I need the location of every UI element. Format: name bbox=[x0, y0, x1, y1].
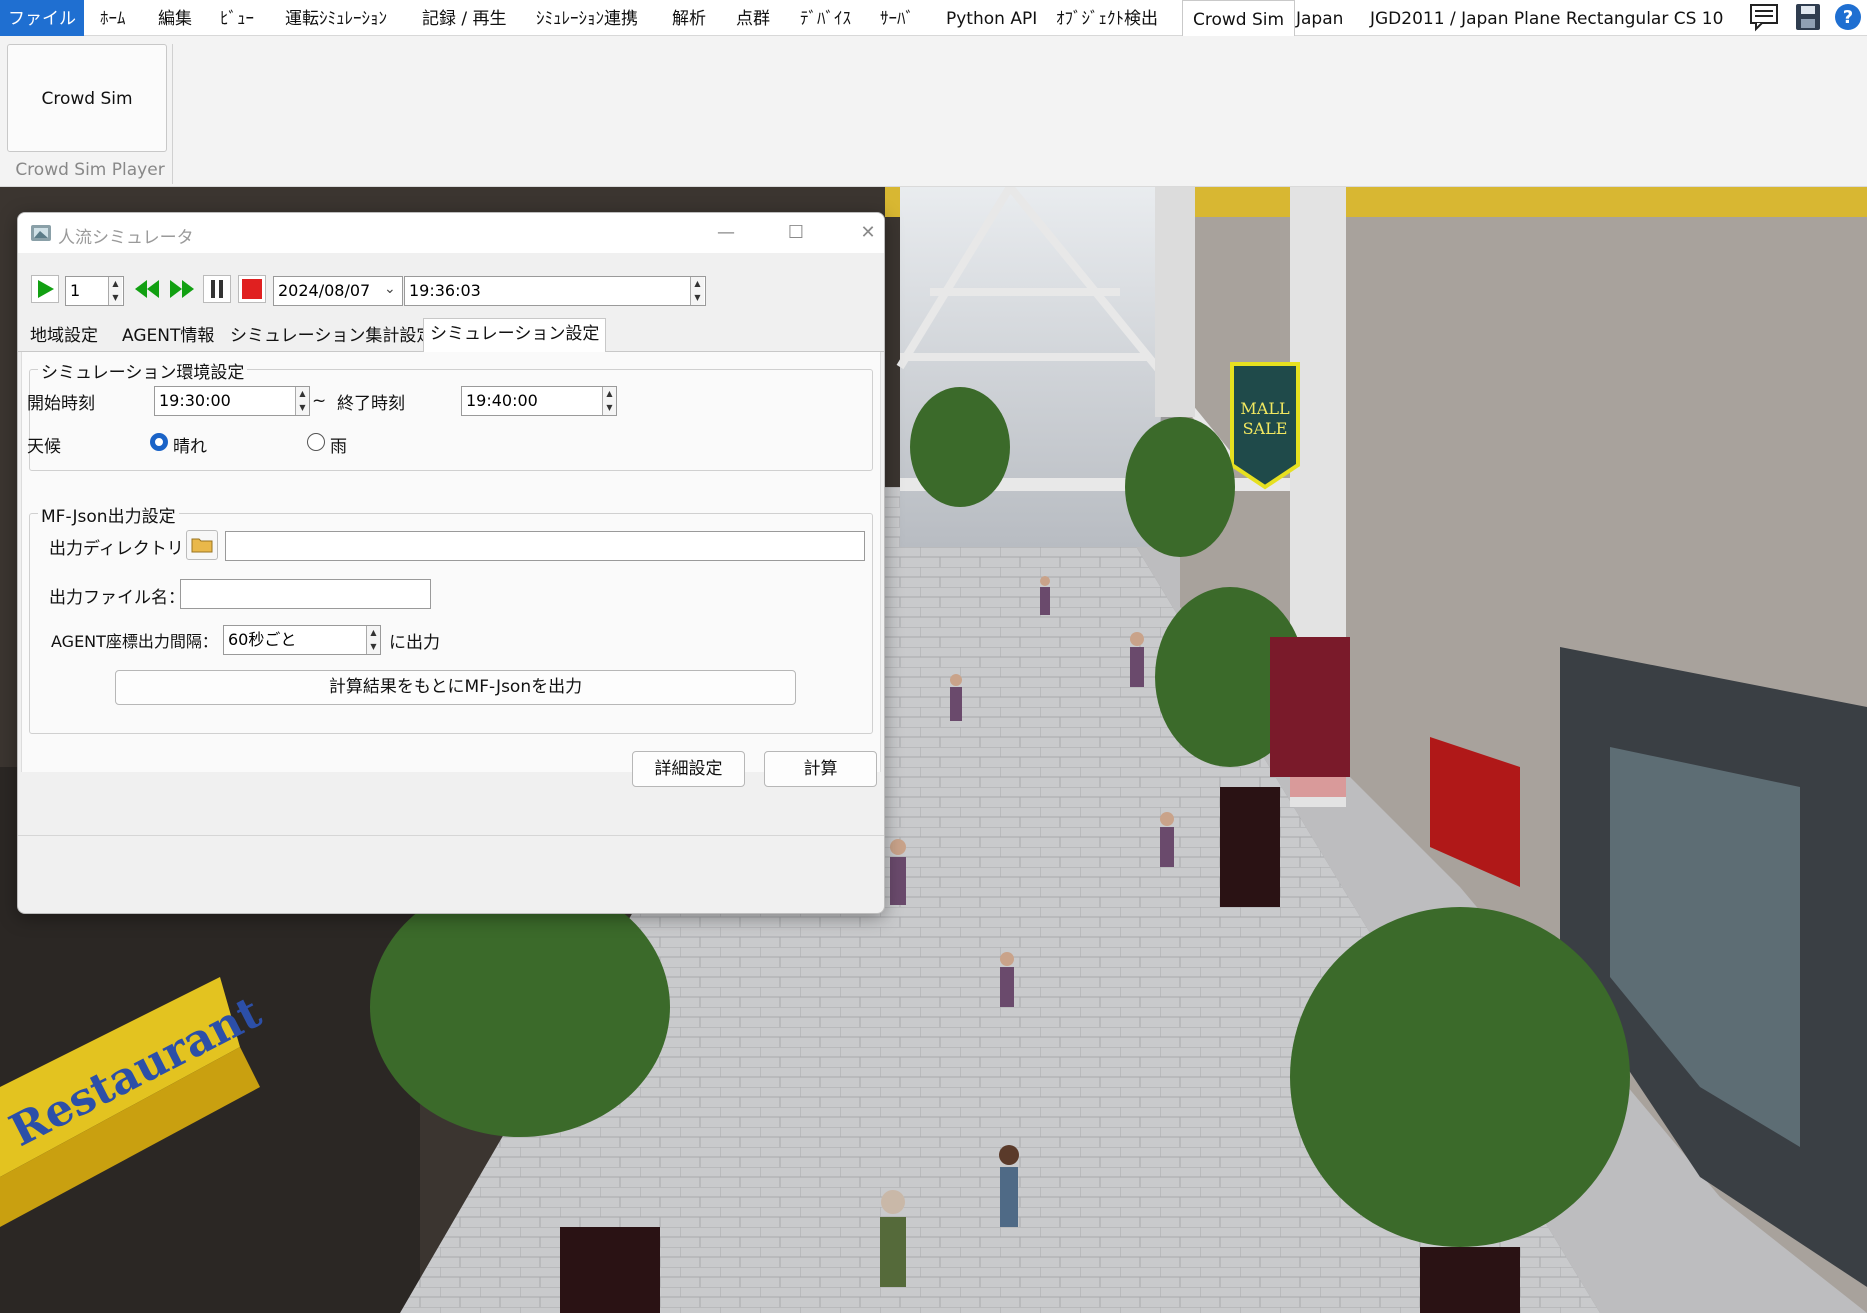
weather-rain-radio[interactable] bbox=[307, 433, 325, 451]
end-time-spinner-icon[interactable]: ▲ ▼ bbox=[602, 387, 616, 415]
crowd-simulator-dialog: 人流シミュレータ — ☐ ✕ 1 ▲ ▼ 2024/08/07 ⌄ 19:36:0… bbox=[17, 212, 885, 914]
simulation-settings-panel: シミュレーション環境設定 開始時刻 19:30:00 ▲ ▼ ~ 終了時刻 19:… bbox=[21, 352, 881, 787]
maximize-button[interactable]: ☐ bbox=[776, 219, 816, 247]
status-divider bbox=[18, 835, 884, 836]
tab-bar: 地域設定 AGENT情報 シミュレーション集計設定 シミュレーション設定 bbox=[18, 318, 884, 353]
menu-drive-simulation[interactable]: 運転ｼﾐｭﾚｰｼｮﾝ bbox=[285, 0, 387, 36]
output-file-input[interactable] bbox=[180, 579, 431, 609]
tab-agent-info[interactable]: AGENT情報 bbox=[116, 321, 220, 352]
env-settings-group: シミュレーション環境設定 開始時刻 19:30:00 ▲ ▼ ~ 終了時刻 19:… bbox=[27, 358, 873, 471]
comment-icon[interactable] bbox=[1748, 2, 1780, 32]
speed-spinner-icon[interactable]: ▲ ▼ bbox=[108, 277, 122, 305]
menu-file[interactable]: ファイル bbox=[0, 0, 84, 36]
start-time-input[interactable]: 19:30:00 bbox=[154, 386, 310, 416]
output-dir-input[interactable] bbox=[225, 531, 865, 561]
dialog-title: 人流シミュレータ bbox=[58, 228, 194, 248]
interval-spinner-icon[interactable]: ▲ ▼ bbox=[366, 626, 380, 654]
menu-bar: ファイル ﾎｰﾑ 編集 ﾋﾞｭｰ 運転ｼﾐｭﾚｰｼｮﾝ 記録 / 再生 ｼﾐｭﾚ… bbox=[0, 0, 1867, 37]
tab-aggregation-settings[interactable]: シミュレーション集計設定 bbox=[224, 321, 439, 352]
crowd-sim-player-button[interactable]: Crowd Sim Player... bbox=[7, 44, 167, 217]
interval-suffix-label: に出力 bbox=[389, 633, 440, 653]
play-button[interactable] bbox=[31, 275, 59, 305]
close-button[interactable]: ✕ bbox=[848, 219, 884, 247]
menu-edit[interactable]: 編集 bbox=[158, 0, 192, 36]
advanced-settings-button[interactable]: 詳細設定 bbox=[632, 751, 745, 787]
chevron-down-icon[interactable]: ⌄ bbox=[384, 281, 396, 297]
region-label[interactable]: Japan bbox=[1296, 0, 1343, 36]
weather-sunny-label[interactable]: 晴れ bbox=[173, 432, 207, 457]
weather-label: 天候 bbox=[27, 437, 61, 457]
menu-home[interactable]: ﾎｰﾑ bbox=[100, 0, 126, 36]
menu-point-cloud[interactable]: 点群 bbox=[736, 0, 770, 36]
svg-text:SALE: SALE bbox=[1243, 419, 1288, 438]
mfjson-settings-group: MF-Json出力設定 出力ディレクトリ： 出力ファイル名： AGENT座標出力… bbox=[29, 502, 873, 734]
ribbon: Crowd Sim Player... Crowd Sim Player bbox=[0, 36, 1867, 217]
folder-icon[interactable] bbox=[186, 530, 218, 560]
interval-label: AGENT座標出力間隔： bbox=[51, 632, 218, 651]
dialog-titlebar[interactable]: 人流シミュレータ — ☐ ✕ bbox=[18, 213, 884, 253]
minimize-button[interactable]: — bbox=[706, 219, 746, 247]
save-icon[interactable] bbox=[1792, 2, 1824, 32]
end-time-label: 終了時刻 bbox=[337, 394, 405, 414]
env-settings-title: シミュレーション環境設定 bbox=[38, 358, 248, 383]
mall-sale-banner: MALL SALE bbox=[1230, 362, 1300, 490]
calculate-button[interactable]: 計算 bbox=[764, 751, 877, 787]
menu-record-playback[interactable]: 記録 / 再生 bbox=[422, 0, 507, 36]
menu-analysis[interactable]: 解析 bbox=[672, 0, 706, 36]
output-dir-label: 出力ディレクトリ： bbox=[49, 539, 201, 559]
tilde-label: ~ bbox=[312, 391, 327, 411]
app-icon bbox=[30, 222, 54, 248]
menu-view[interactable]: ﾋﾞｭｰ bbox=[220, 0, 254, 36]
time-spinner-icon[interactable]: ▲ ▼ bbox=[690, 277, 704, 305]
time-input[interactable]: 19:36:03 bbox=[404, 276, 706, 306]
help-icon[interactable]: ? bbox=[1832, 2, 1864, 32]
crs-label[interactable]: JGD2011 / Japan Plane Rectangular CS 10 bbox=[1370, 0, 1723, 36]
start-time-label: 開始時刻 bbox=[27, 394, 95, 414]
end-time-input[interactable]: 19:40:00 bbox=[461, 386, 617, 416]
mfjson-settings-title: MF-Json出力設定 bbox=[38, 502, 179, 527]
menu-object-detection[interactable]: ｵﾌﾞｼﾞｪｸﾄ検出 bbox=[1056, 0, 1158, 36]
fast-forward-button[interactable] bbox=[168, 275, 196, 305]
menu-simulation-link[interactable]: ｼﾐｭﾚｰｼｮﾝ連携 bbox=[536, 0, 638, 36]
export-mfjson-button[interactable]: 計算結果をもとにMF-Jsonを出力 bbox=[115, 670, 796, 705]
interval-input[interactable]: 60秒ごと bbox=[223, 625, 381, 655]
stop-button[interactable] bbox=[238, 275, 266, 305]
output-file-label: 出力ファイル名： bbox=[49, 588, 185, 608]
start-time-spinner-icon[interactable]: ▲ ▼ bbox=[295, 387, 309, 415]
rewind-button[interactable] bbox=[133, 275, 161, 305]
ribbon-group-label: Crowd Sim Player bbox=[15, 160, 165, 180]
weather-sunny-radio[interactable] bbox=[150, 433, 168, 451]
svg-text:MALL: MALL bbox=[1240, 399, 1290, 418]
menu-python-api[interactable]: Python API bbox=[946, 0, 1037, 36]
ribbon-separator bbox=[172, 44, 173, 184]
tab-region-settings[interactable]: 地域設定 bbox=[24, 321, 104, 352]
menu-crowd-sim[interactable]: Crowd Sim bbox=[1182, 0, 1296, 37]
weather-rain-label[interactable]: 雨 bbox=[330, 432, 347, 457]
tab-simulation-settings[interactable]: シミュレーション設定 bbox=[423, 318, 607, 353]
menu-device[interactable]: ﾃﾞﾊﾞｲｽ bbox=[800, 0, 851, 36]
svg-text:?: ? bbox=[1843, 7, 1853, 28]
menu-server[interactable]: ｻｰﾊﾞ bbox=[880, 0, 914, 36]
pause-button[interactable] bbox=[203, 275, 231, 305]
